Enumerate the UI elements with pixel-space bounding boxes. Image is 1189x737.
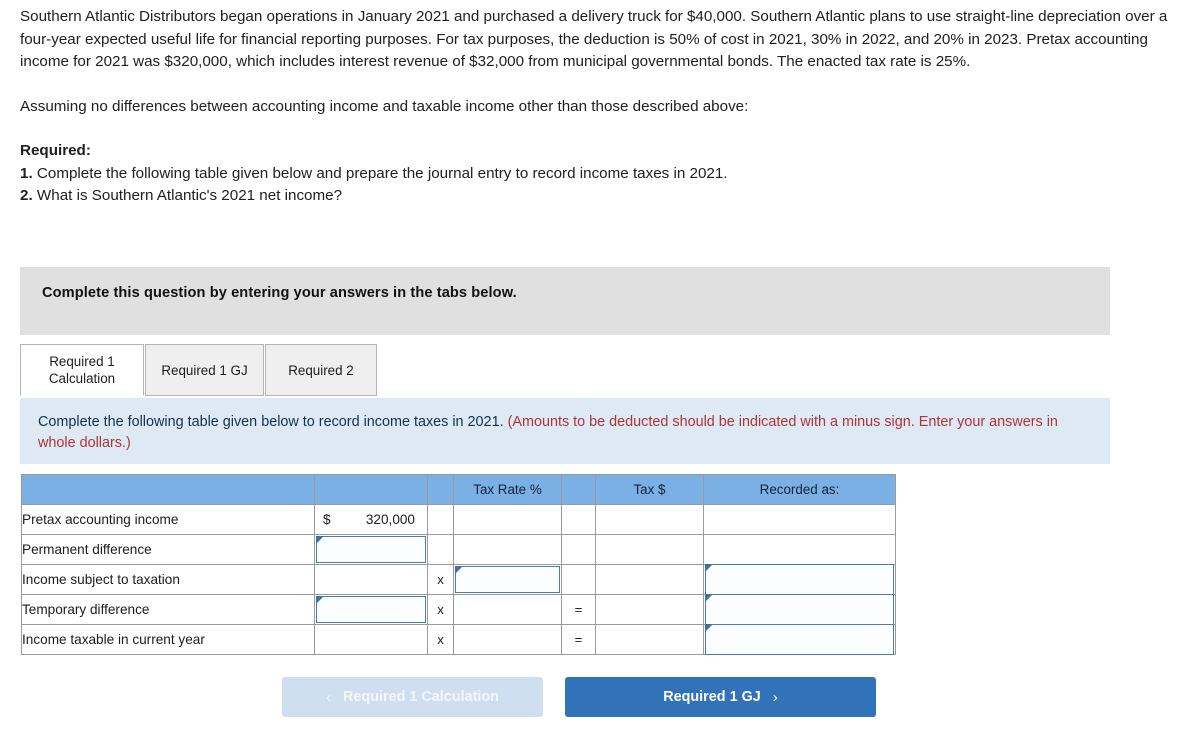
rate-cell-row3 xyxy=(453,564,562,595)
tab-required-2[interactable]: Required 2 xyxy=(265,344,377,396)
next-tab-label: Required 1 GJ xyxy=(663,689,761,705)
tax-dollars-cell-row1 xyxy=(595,504,704,535)
tax-dollars-cell-row3 xyxy=(595,564,704,595)
dropdown-marker-icon xyxy=(455,566,463,574)
recorded-as-cell-row3 xyxy=(703,564,896,595)
next-tab-button[interactable]: Required 1 GJ › xyxy=(565,677,876,717)
col-header-tax-dollars: Tax $ xyxy=(595,474,704,505)
income-subject-to-taxation-rate-input[interactable] xyxy=(455,566,560,593)
equals-cell-row3 xyxy=(561,564,596,595)
requirement-1-text: Complete the following table given below… xyxy=(36,164,728,182)
table-row: Income taxable in current year x = xyxy=(21,624,896,655)
amount-cell-pretax-accounting-income: $ 320,000 xyxy=(314,504,428,535)
instruction-banner: Complete this question by entering your … xyxy=(20,267,1110,335)
temporary-difference-amount-input[interactable] xyxy=(316,596,426,623)
operator-cell-row5: x xyxy=(427,624,454,655)
instruction-banner-text: Complete this question by entering your … xyxy=(42,285,517,301)
answer-table-wrapper: Tax Rate % Tax $ Recorded as: Pretax acc… xyxy=(21,474,896,655)
row-label-pretax-accounting-income: Pretax accounting income xyxy=(21,504,315,535)
tax-dollars-cell-row2 xyxy=(595,534,704,565)
row-label-income-taxable-in-current-year: Income taxable in current year xyxy=(21,624,315,655)
table-row: Pretax accounting income $ 320,000 xyxy=(21,504,896,535)
equals-cell-row4: = xyxy=(561,594,596,625)
amount-cell-permanent-difference xyxy=(314,534,428,565)
operator-cell-row1 xyxy=(427,504,454,535)
col-header-equals xyxy=(561,474,596,505)
dropdown-marker-icon xyxy=(705,564,713,572)
requirement-1-number: 1. xyxy=(20,164,33,182)
row-label-temporary-difference: Temporary difference xyxy=(21,594,315,625)
rate-cell-row1 xyxy=(453,504,562,535)
amount-cell-income-subject-to-taxation xyxy=(314,564,428,595)
tab-strip: Required 1 Calculation Required 1 GJ Req… xyxy=(20,344,1110,398)
rate-cell-row2 xyxy=(453,534,562,565)
question-instruction-text: Complete the following table given below… xyxy=(38,412,1096,454)
instruction-black-text: Complete the following table given below… xyxy=(38,414,508,430)
income-tax-table: Tax Rate % Tax $ Recorded as: Pretax acc… xyxy=(21,474,896,655)
amount-number: 320,000 xyxy=(365,512,415,527)
question-instruction-panel: Complete the following table given below… xyxy=(20,398,1110,464)
requirement-2-text: What is Southern Atlantic's 2021 net inc… xyxy=(36,187,343,204)
col-header-tax-rate: Tax Rate % xyxy=(453,474,562,505)
assumption-line: Assuming no differences between accounti… xyxy=(20,97,749,115)
row-label-permanent-difference: Permanent difference xyxy=(21,534,315,565)
equals-cell-row1 xyxy=(561,504,596,535)
recorded-as-cell-row1 xyxy=(703,504,896,535)
recorded-as-select-row4[interactable] xyxy=(705,594,894,625)
previous-tab-button[interactable]: ‹ Required 1 Calculation xyxy=(282,677,543,717)
dropdown-marker-icon xyxy=(316,536,324,544)
dropdown-marker-icon xyxy=(705,594,713,602)
operator-cell-row3: x xyxy=(427,564,454,595)
tab-required-1-calculation[interactable]: Required 1 Calculation xyxy=(20,344,144,396)
recorded-as-cell-row4 xyxy=(703,594,896,625)
requirement-2-number: 2. xyxy=(20,187,33,204)
col-header-description xyxy=(21,474,315,505)
col-header-amount xyxy=(314,474,428,505)
permanent-difference-amount-input[interactable] xyxy=(316,536,426,563)
table-row: Temporary difference x = xyxy=(21,594,896,625)
chevron-right-icon: › xyxy=(772,688,778,706)
equals-cell-row5: = xyxy=(561,624,596,655)
table-row: Permanent difference xyxy=(21,534,896,565)
rate-cell-row4 xyxy=(453,594,562,625)
operator-cell-row2 xyxy=(427,534,454,565)
table-header-row: Tax Rate % Tax $ Recorded as: xyxy=(21,474,896,505)
dropdown-marker-icon xyxy=(705,624,713,632)
amount-cell-income-taxable-in-current-year xyxy=(314,624,428,655)
amount-cell-temporary-difference xyxy=(314,594,428,625)
requirement-1: 1. Complete the following table given be… xyxy=(20,163,1183,186)
row-label-income-subject-to-taxation: Income subject to taxation xyxy=(21,564,315,595)
recorded-as-select-row3[interactable] xyxy=(705,564,894,595)
col-header-operator xyxy=(427,474,454,505)
tab-required-1-gj[interactable]: Required 1 GJ xyxy=(145,344,264,396)
previous-tab-label: Required 1 Calculation xyxy=(343,689,499,705)
table-body: Pretax accounting income $ 320,000 Perma… xyxy=(21,504,896,655)
tax-dollars-cell-row4 xyxy=(595,594,704,625)
table-row: Income subject to taxation x xyxy=(21,564,896,595)
dropdown-marker-icon xyxy=(316,596,324,604)
requirement-2: 2. What is Southern Atlantic's 2021 net … xyxy=(20,185,1183,208)
equals-cell-row2 xyxy=(561,534,596,565)
recorded-as-cell-row2 xyxy=(703,534,896,565)
col-header-recorded-as: Recorded as: xyxy=(703,474,896,505)
problem-statement: Southern Atlantic Distributors began ope… xyxy=(20,6,1183,208)
required-heading: Required: xyxy=(20,142,91,159)
table-head: Tax Rate % Tax $ Recorded as: xyxy=(21,474,896,505)
chevron-left-icon: ‹ xyxy=(326,688,332,706)
navigation-buttons: ‹ Required 1 Calculation Required 1 GJ › xyxy=(282,677,882,717)
recorded-as-select-row5[interactable] xyxy=(705,624,894,655)
tax-dollars-cell-row5 xyxy=(595,624,704,655)
rate-cell-row5 xyxy=(453,624,562,655)
recorded-as-cell-row5 xyxy=(703,624,896,655)
operator-cell-row4: x xyxy=(427,594,454,625)
amount-value-display: $ 320,000 xyxy=(315,505,427,534)
problem-paragraph: Southern Atlantic Distributors began ope… xyxy=(20,8,1168,70)
currency-symbol: $ xyxy=(323,512,331,527)
